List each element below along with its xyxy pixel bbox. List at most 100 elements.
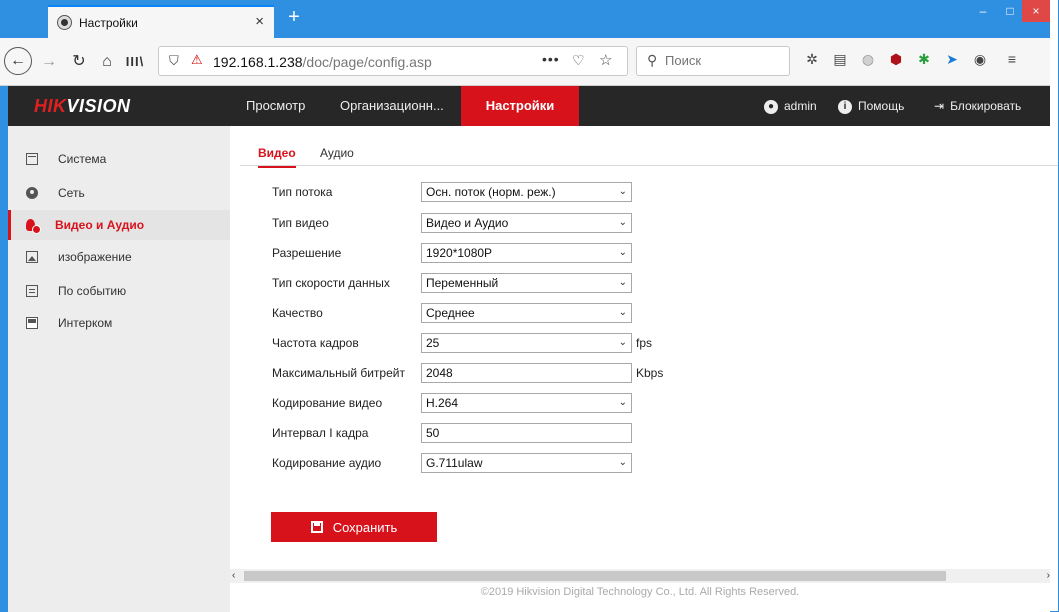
- field-label: Кодирование видео: [272, 396, 383, 410]
- field-label: Частота кадров: [272, 336, 359, 350]
- frame-rate-select[interactable]: 25 ⌄: [421, 333, 632, 353]
- system-icon: [26, 153, 38, 165]
- scroll-left-icon[interactable]: ‹: [232, 569, 235, 583]
- forward-icon[interactable]: →: [38, 51, 60, 73]
- sidebar-item-network[interactable]: Сеть: [8, 178, 230, 208]
- library-icon[interactable]: III\: [124, 51, 146, 73]
- video-audio-icon: [26, 219, 41, 234]
- account-icon[interactable]: ◉: [970, 51, 990, 68]
- sidebar: Система Сеть Видео и Аудио изображение П…: [8, 126, 230, 612]
- sidebar-item-intercom[interactable]: Интерком: [8, 308, 230, 338]
- sidebar-item-event[interactable]: По событию: [8, 276, 230, 306]
- camera-favicon-icon: [58, 16, 71, 29]
- max-bitrate-input[interactable]: 2048: [421, 363, 632, 383]
- field-label: Тип видео: [272, 216, 329, 230]
- sidebar-item-label: По событию: [58, 284, 127, 298]
- back-icon[interactable]: ←: [4, 47, 32, 75]
- sidebar-item-label: Сеть: [58, 186, 85, 200]
- globe-icon[interactable]: ◍: [858, 51, 878, 68]
- resolution-select[interactable]: 1920*1080P ⌄: [421, 243, 632, 263]
- nav-preview[interactable]: Просмотр: [236, 86, 315, 126]
- quality-select[interactable]: Среднее ⌄: [421, 303, 632, 323]
- scrollbar-thumb[interactable]: [244, 571, 946, 581]
- field-label: Интервал I кадра: [272, 426, 369, 440]
- chevron-down-icon: ⌄: [618, 247, 627, 258]
- home-icon[interactable]: ⌂: [96, 51, 118, 73]
- navigation-toolbar: ← → ↻ ⌂ III\ ⛉ ⚠ 192.168.1.238/doc/page/…: [0, 38, 1050, 86]
- reload-icon[interactable]: ↻: [68, 51, 90, 73]
- main-content: Видео Аудио Тип потока Осн. поток (норм.…: [230, 126, 1058, 612]
- insecure-lock-icon[interactable]: ⚠: [191, 52, 203, 68]
- chevron-down-icon: ⌄: [618, 217, 627, 228]
- form-row-bitrate-type: Тип скорости данных Переменный ⌄: [272, 272, 632, 294]
- chevron-down-icon: ⌄: [618, 457, 627, 468]
- tab-title: Настройки: [79, 15, 138, 30]
- close-window-button[interactable]: ×: [1022, 0, 1050, 22]
- browser-tab[interactable]: Настройки ×: [48, 5, 274, 38]
- settings-gear-icon[interactable]: ✲: [802, 51, 822, 68]
- tab-strip: Настройки × + ‒ □ ×: [0, 0, 1050, 38]
- minimize-button[interactable]: ‒: [970, 0, 996, 22]
- cursor-extension-icon[interactable]: ➤: [942, 51, 962, 68]
- search-input[interactable]: [665, 53, 785, 68]
- network-icon: [26, 187, 38, 199]
- lock-link[interactable]: ⇥ Блокировать: [934, 86, 1021, 126]
- sidebar-item-video-audio[interactable]: Видео и Аудио: [8, 210, 230, 240]
- new-tab-button[interactable]: +: [282, 6, 306, 29]
- user-icon: ●: [764, 99, 778, 114]
- search-bar[interactable]: ⚲: [636, 46, 790, 76]
- chevron-down-icon: ⌄: [618, 337, 627, 348]
- pocket-icon[interactable]: ♡: [572, 52, 585, 69]
- logout-icon: ⇥: [934, 99, 945, 113]
- audio-encoding-select[interactable]: G.711ulaw ⌄: [421, 453, 632, 473]
- scroll-right-icon[interactable]: ›: [1047, 569, 1050, 583]
- field-label: Кодирование аудио: [272, 456, 382, 470]
- hikvision-logo: HIKVISION: [34, 96, 131, 116]
- url-path: /doc/page/config.asp: [302, 54, 432, 70]
- maximize-button[interactable]: □: [997, 0, 1023, 22]
- nav-organization[interactable]: Организационн...: [330, 86, 454, 126]
- tab-audio[interactable]: Аудио: [320, 146, 354, 166]
- sidebar-item-system[interactable]: Система: [8, 144, 230, 174]
- save-button[interactable]: Сохранить: [271, 512, 437, 542]
- event-icon: [26, 285, 38, 297]
- extension-puzzle-icon[interactable]: ✱: [914, 51, 934, 68]
- sidebar-item-label: изображение: [58, 250, 132, 264]
- image-icon: [26, 251, 38, 263]
- form-row-video-type: Тип видео Видео и Аудио ⌄: [272, 212, 632, 234]
- stream-type-select[interactable]: Осн. поток (норм. реж.) ⌄: [421, 182, 632, 202]
- form-row-audio-encoding: Кодирование аудио G.711ulaw ⌄: [272, 452, 632, 474]
- user-menu[interactable]: ● admin: [764, 86, 817, 126]
- page-actions-icon[interactable]: •••: [542, 51, 560, 67]
- ublock-icon[interactable]: ⬢: [886, 51, 906, 68]
- tab-close-icon[interactable]: ×: [255, 13, 264, 30]
- floppy-disk-icon: [310, 521, 323, 533]
- shield-icon[interactable]: ⛉: [169, 53, 179, 69]
- intercom-icon: [26, 317, 38, 329]
- bitrate-type-select[interactable]: Переменный ⌄: [421, 273, 632, 293]
- field-label: Тип скорости данных: [272, 276, 390, 290]
- star-icon[interactable]: ☆: [599, 51, 612, 69]
- chevron-down-icon: ⌄: [618, 186, 627, 197]
- url-bar[interactable]: ⛉ ⚠ 192.168.1.238/doc/page/config.asp ••…: [158, 46, 628, 76]
- copyright-footer: ©2019 Hikvision Digital Technology Co., …: [480, 586, 800, 598]
- chevron-down-icon: ⌄: [618, 307, 627, 318]
- i-frame-interval-input[interactable]: 50: [421, 423, 632, 443]
- tab-video[interactable]: Видео: [258, 146, 296, 168]
- field-label: Качество: [272, 306, 323, 320]
- field-label: Разрешение: [272, 246, 342, 260]
- video-type-select[interactable]: Видео и Аудио ⌄: [421, 213, 632, 233]
- help-link[interactable]: i Помощь: [838, 86, 904, 126]
- form-row-max-bitrate: Максимальный битрейт 2048 Kbps: [272, 362, 663, 384]
- video-encoding-select[interactable]: H.264 ⌄: [421, 393, 632, 413]
- frame-rate-unit: fps: [636, 336, 653, 350]
- url-text[interactable]: 192.168.1.238/doc/page/config.asp: [213, 54, 432, 70]
- nav-settings[interactable]: Настройки: [461, 86, 579, 126]
- reader-view-icon[interactable]: ▤: [830, 51, 850, 68]
- form-row-i-frame-interval: Интервал I кадра 50: [272, 422, 632, 444]
- sidebar-item-label: Видео и Аудио: [55, 218, 145, 232]
- menu-icon[interactable]: ≡: [1002, 51, 1022, 67]
- horizontal-scrollbar[interactable]: ‹ ›: [230, 569, 1050, 583]
- sidebar-item-label: Система: [58, 152, 107, 166]
- sidebar-item-image[interactable]: изображение: [8, 242, 230, 272]
